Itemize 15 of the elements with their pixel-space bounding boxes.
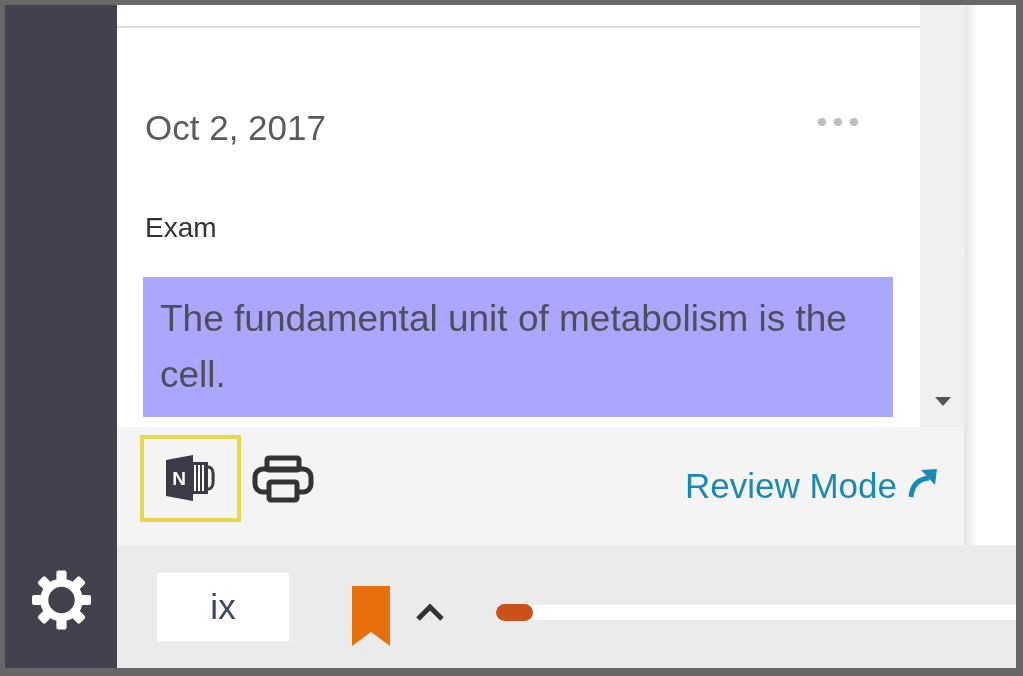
printer-icon: [252, 454, 314, 503]
chevron-up-icon[interactable]: [415, 603, 445, 622]
page-field[interactable]: ix: [157, 573, 289, 641]
note-label: Exam: [144, 211, 217, 245]
bookmark-icon[interactable]: [352, 586, 390, 646]
notebook-button[interactable]: N: [140, 435, 241, 522]
arrow-icon: [908, 468, 938, 498]
slider-thumb[interactable]: [496, 604, 533, 621]
note-date: Oct 2, 2017: [145, 107, 326, 149]
review-mode-link[interactable]: Review Mode: [684, 466, 938, 506]
scroll-down-icon[interactable]: [934, 397, 951, 406]
slider-track[interactable]: [496, 605, 1016, 620]
highlighted-note: The fundamental unit of metabolism is the cell.: [143, 277, 893, 417]
settings-icon[interactable]: [30, 569, 92, 631]
scrollbar[interactable]: [920, 5, 965, 427]
